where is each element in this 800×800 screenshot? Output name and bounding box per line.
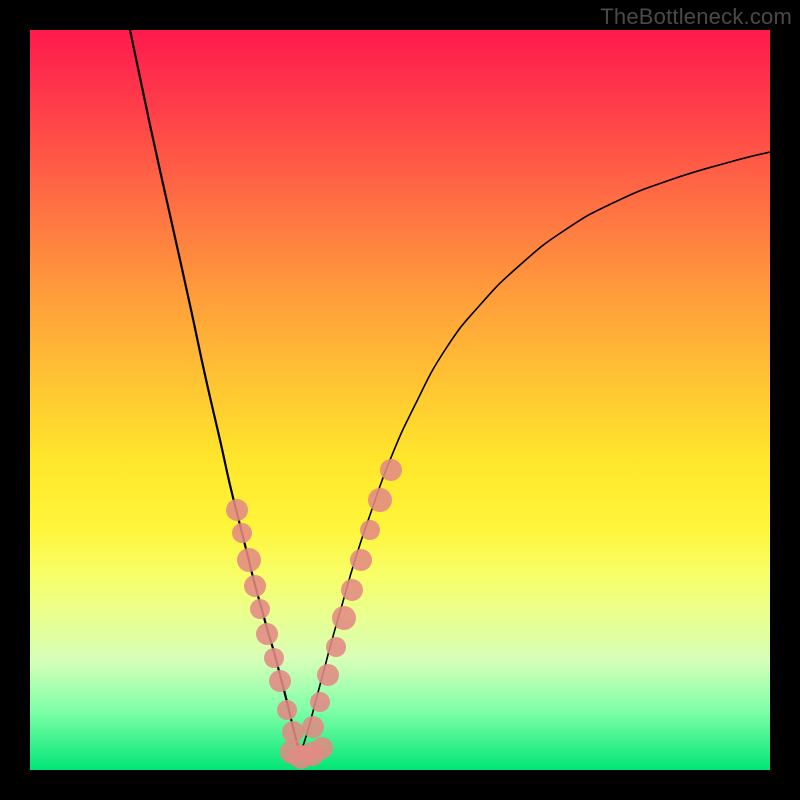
bead-left bbox=[277, 700, 297, 720]
bead-right bbox=[368, 488, 392, 512]
bead-left bbox=[250, 599, 270, 619]
watermark-text: TheBottleneck.com bbox=[600, 4, 792, 30]
bead-bottom bbox=[311, 737, 333, 759]
bead-right bbox=[360, 520, 380, 540]
bead-right bbox=[332, 606, 356, 630]
bead-right bbox=[302, 716, 324, 738]
plot-area bbox=[30, 30, 770, 770]
bead-left bbox=[237, 548, 261, 572]
bead-left bbox=[244, 575, 266, 597]
bead-right bbox=[326, 637, 346, 657]
bead-left bbox=[226, 499, 248, 521]
bead-left bbox=[264, 648, 284, 668]
bead-left bbox=[269, 670, 291, 692]
bead-left bbox=[232, 523, 252, 543]
bead-right bbox=[310, 692, 330, 712]
bead-layer bbox=[30, 30, 770, 770]
bead-right bbox=[350, 549, 372, 571]
bead-right bbox=[341, 579, 363, 601]
bead-left bbox=[256, 623, 278, 645]
bead-right bbox=[380, 459, 402, 481]
outer-frame: TheBottleneck.com bbox=[0, 0, 800, 800]
bead-right bbox=[317, 664, 339, 686]
